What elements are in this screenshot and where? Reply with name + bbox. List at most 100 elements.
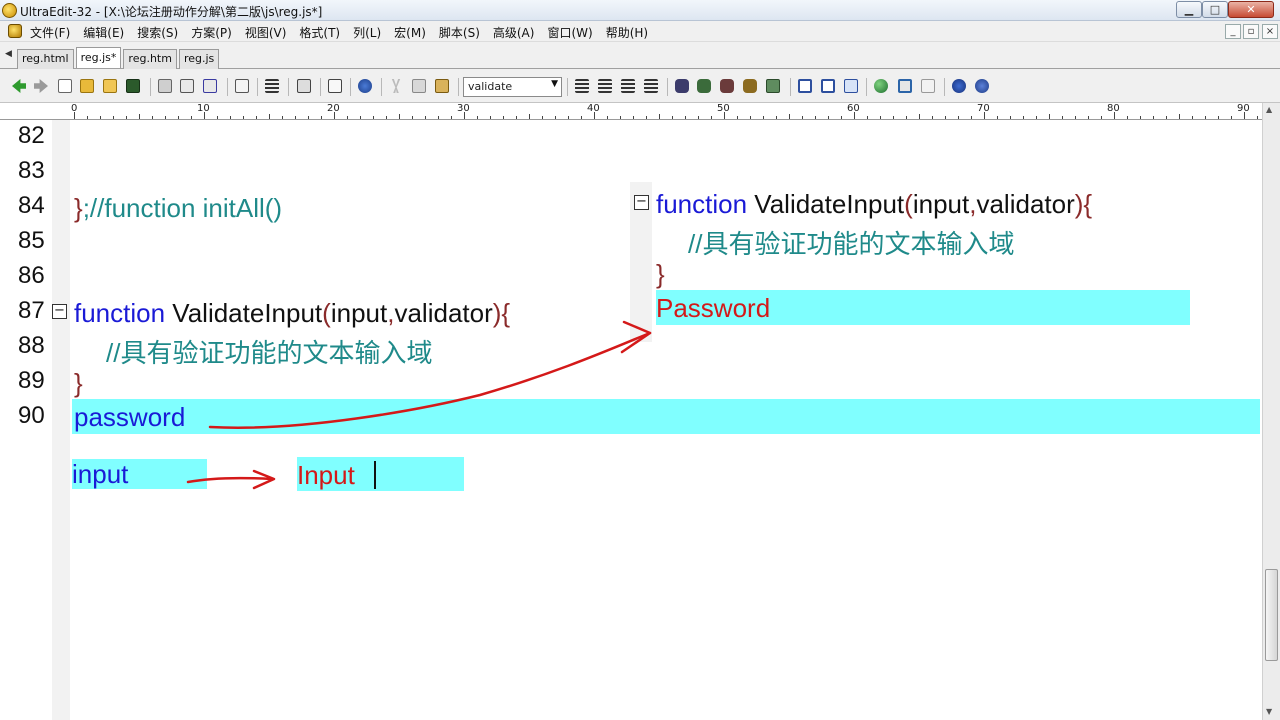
code-line-84: };//function initAll() [74,193,282,224]
keyword-function: function [74,298,166,328]
back-icon[interactable] [12,79,26,93]
line-number: 83 [18,157,45,184]
ruler-tick [711,116,712,119]
menu-window[interactable]: 窗口(W) [547,24,592,41]
document-icon[interactable] [8,24,22,38]
ruler-tick [789,114,790,119]
context-help-icon[interactable] [975,79,989,93]
align-right-icon[interactable] [621,79,635,93]
find-icon[interactable] [675,79,689,93]
ftp-globe-icon[interactable] [874,79,888,93]
paste-icon[interactable] [435,79,449,93]
line-number: 84 [18,192,45,219]
snippet-fold-toggle-icon: − [634,195,649,210]
ruler-tick [1114,112,1115,119]
column-ruler: 0 10 20 30 40 50 60 70 80 90 [0,103,1264,120]
password-capitalized-text: Password [656,293,771,323]
find-in-files-icon[interactable] [766,79,780,93]
menu-file[interactable]: 文件(F) [30,24,70,41]
menu-advanced[interactable]: 高级(A) [493,24,535,41]
hex-mode-icon[interactable] [297,79,311,93]
maximize-button[interactable]: □ [1202,1,1228,18]
ruler-tick [854,112,855,119]
menu-project[interactable]: 方案(P) [191,24,232,41]
open-folder-icon[interactable] [80,79,94,93]
ruler-tick [1218,116,1219,119]
save-icon[interactable] [126,79,140,93]
menu-help[interactable]: 帮助(H) [606,24,648,41]
scroll-up-icon[interactable]: ▲ [1266,105,1272,114]
menu-search[interactable]: 搜索(S) [137,24,178,41]
ruler-tick [568,116,569,119]
document-properties-icon[interactable] [235,79,249,93]
document-restore-button[interactable]: ▫ [1243,24,1259,39]
toolbar-separator [567,78,568,96]
scroll-down-icon[interactable]: ▼ [1266,707,1272,716]
toolbar-separator [944,78,945,96]
menu-format[interactable]: 格式(T) [299,24,340,41]
ruler-tick [74,112,75,119]
ruler-tick [1088,116,1089,119]
info-icon[interactable] [952,79,966,93]
page-setup-icon[interactable] [203,79,217,93]
print-preview-icon[interactable] [180,79,194,93]
toolbar-separator [866,78,867,96]
ultraedit-app-icon[interactable] [2,3,17,18]
ruler-tick [412,116,413,119]
find-previous-icon[interactable] [720,79,734,93]
file-list-icon[interactable] [921,79,935,93]
snippet-comment: //具有验证功能的文本输入域 [688,229,1015,259]
new-file-icon[interactable] [58,79,72,93]
ruler-tick [828,116,829,119]
tab-reg-js[interactable]: reg.js [178,49,220,69]
ruler-tick [425,116,426,119]
document-minimize-button[interactable]: _ [1225,24,1241,39]
vertical-scrollbar[interactable]: ▲ ▼ [1262,103,1280,720]
chevron-down-icon[interactable]: ▼ [551,79,558,89]
line-number: 87 [18,297,45,324]
toolbar-separator [288,78,289,96]
ruler-tick [1179,114,1180,119]
tab-reg-html[interactable]: reg.html [17,49,74,69]
word-wrap-icon[interactable] [265,79,279,93]
forward-icon[interactable] [34,79,48,93]
close-window-button[interactable]: ✕ [1228,1,1274,18]
menu-script[interactable]: 脚本(S) [439,24,480,41]
param-input: input [330,298,388,328]
fold-toggle-icon[interactable]: − [52,304,67,319]
open-paren: ( [322,298,331,328]
column-mode-icon[interactable] [328,79,342,93]
menu-edit[interactable]: 编辑(E) [83,24,124,41]
tab-scroll-left-icon[interactable]: ◀ [5,49,12,59]
document-close-button[interactable]: × [1262,24,1278,39]
tab-reg-js-modified[interactable]: reg.js* [75,47,122,68]
align-left-icon[interactable] [575,79,589,93]
line-number: 90 [18,402,45,429]
ruler-tick [1062,116,1063,119]
web-browser-icon[interactable] [358,79,372,93]
cascade-windows-icon[interactable] [844,79,858,93]
menu-view[interactable]: 视图(V) [245,24,287,41]
ruler-tick [308,116,309,119]
menu-column[interactable]: 列(L) [353,24,381,41]
ruler-tick [1023,116,1024,119]
copy-icon[interactable] [412,79,426,93]
replace-icon[interactable] [743,79,757,93]
split-horizontal-icon[interactable] [798,79,812,93]
menu-macro[interactable]: 宏(M) [394,24,426,41]
split-vertical-icon[interactable] [821,79,835,93]
align-center-icon[interactable] [598,79,612,93]
justify-icon[interactable] [644,79,658,93]
tab-reg-htm[interactable]: reg.htm [123,49,177,69]
browser-view-icon[interactable] [898,79,912,93]
print-icon[interactable] [158,79,172,93]
snippet-param-validator: validator [976,189,1075,219]
scroll-thumb[interactable] [1265,569,1278,661]
ruler-tick [295,116,296,119]
minimize-button[interactable]: ▁ [1176,1,1202,18]
cut-icon[interactable] [391,79,401,93]
find-next-icon[interactable] [697,79,711,93]
open-recent-icon[interactable] [103,79,117,93]
function-list-dropdown[interactable]: validate ▼ [463,77,562,97]
ruler-tick [1036,116,1037,119]
